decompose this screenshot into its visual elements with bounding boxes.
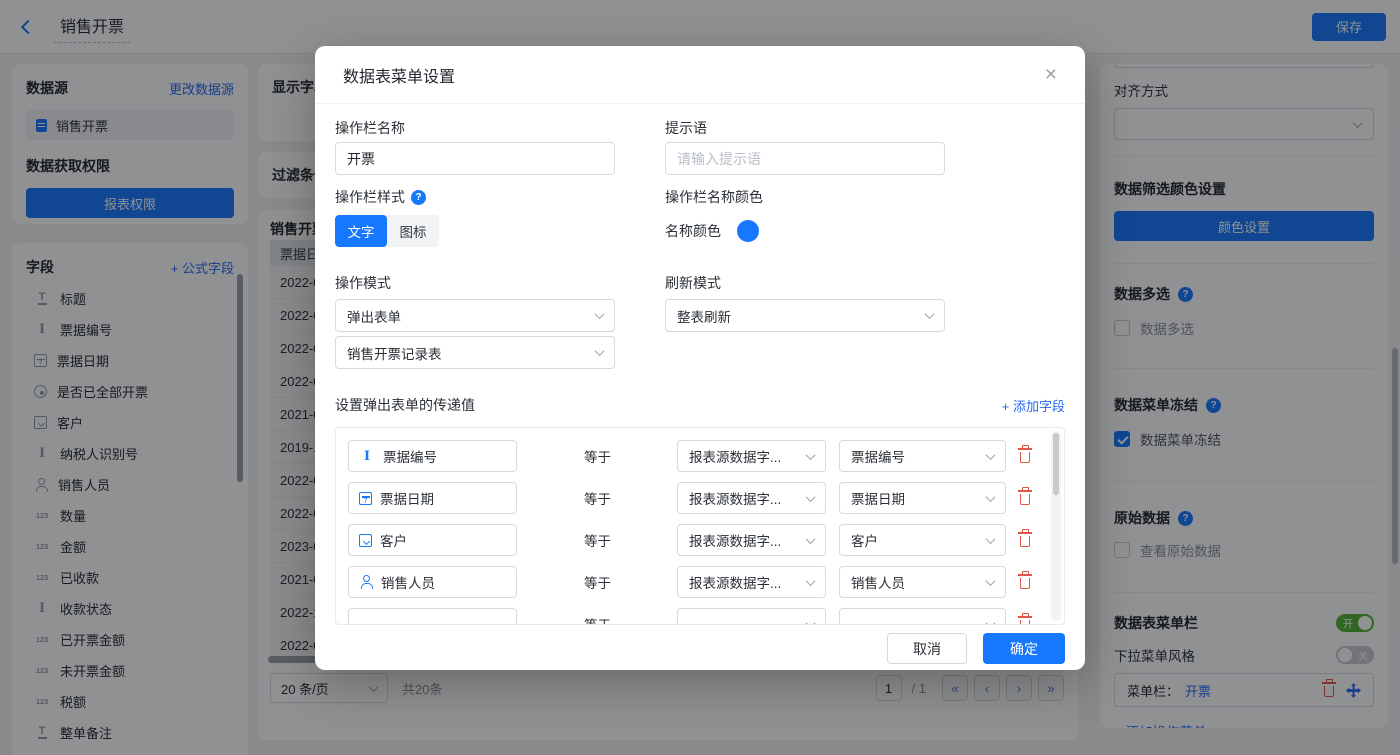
text-icon xyxy=(359,448,375,464)
person-icon xyxy=(359,575,373,589)
transfer-row: 等于 xyxy=(348,608,1030,625)
transfer-row: 票据日期 等于 报表源数据字... 票据日期 xyxy=(348,482,1030,514)
operator-label: 等于 xyxy=(584,446,612,466)
transfer-field-box[interactable]: 客户 xyxy=(348,524,517,556)
delete-row-icon[interactable] xyxy=(1020,452,1030,463)
color-swatch[interactable] xyxy=(737,220,759,242)
chevron-down-icon xyxy=(806,576,816,586)
source-field-select[interactable]: 票据日期 xyxy=(839,482,1006,514)
chevron-down-icon xyxy=(806,534,816,544)
operator-label: 等于 xyxy=(584,572,612,592)
source-field-select[interactable] xyxy=(839,608,1006,625)
dialog-title: 数据表菜单设置 xyxy=(343,63,455,87)
style-option-icon[interactable]: 图标 xyxy=(387,215,439,247)
transfer-field-label: 销售人员 xyxy=(381,572,435,592)
delete-row-icon[interactable] xyxy=(1020,536,1030,547)
refresh-mode-select[interactable]: 整表刷新 xyxy=(665,299,945,332)
action-mode-label: 操作模式 xyxy=(335,275,615,291)
delete-row-icon[interactable] xyxy=(1020,578,1030,589)
cancel-button[interactable]: 取消 xyxy=(887,633,967,664)
refresh-mode-label: 刷新模式 xyxy=(665,275,945,291)
action-mode-select[interactable]: 弹出表单 xyxy=(335,299,615,332)
action-name-input[interactable] xyxy=(335,142,615,175)
action-color-label: 操作栏名称颜色 xyxy=(665,189,945,205)
dialog-body: 操作栏名称 提示语 操作栏样式 操作栏名称颜色 文字 图标 xyxy=(315,104,1085,625)
transfer-field-label: 票据编号 xyxy=(383,446,437,466)
source-type-select[interactable] xyxy=(677,608,826,625)
source-field-select[interactable]: 票据编号 xyxy=(839,440,1006,472)
delete-row-icon[interactable] xyxy=(1020,620,1030,625)
chevron-down-icon xyxy=(986,450,996,460)
source-type-select[interactable]: 报表源数据字... xyxy=(677,440,826,472)
tip-input[interactable] xyxy=(665,142,945,175)
source-type-select[interactable]: 报表源数据字... xyxy=(677,482,826,514)
transfer-field-label: 票据日期 xyxy=(380,488,434,508)
source-field-select[interactable]: 销售人员 xyxy=(839,566,1006,598)
transfer-row: 销售人员 等于 报表源数据字... 销售人员 xyxy=(348,566,1030,598)
action-style-label: 操作栏样式 xyxy=(335,187,405,207)
help-icon[interactable] xyxy=(411,190,426,205)
list-scrollbar-thumb[interactable] xyxy=(1053,433,1059,495)
tip-label: 提示语 xyxy=(665,120,945,136)
operator-label: 等于 xyxy=(584,614,612,625)
select-icon xyxy=(359,534,372,547)
chevron-down-icon xyxy=(925,309,935,319)
chevron-down-icon xyxy=(595,309,605,319)
table-menu-settings-dialog: 数据表菜单设置 × 操作栏名称 提示语 操作栏样式 操作栏名称颜色 文字 图 xyxy=(315,46,1085,670)
confirm-button[interactable]: 确定 xyxy=(983,633,1065,664)
transfer-row: 客户 等于 报表源数据字... 客户 xyxy=(348,524,1030,556)
dialog-header: 数据表菜单设置 × xyxy=(315,46,1085,104)
transfer-field-box[interactable]: 销售人员 xyxy=(348,566,517,598)
dialog-footer: 取消 确定 xyxy=(315,633,1085,664)
source-type-select[interactable]: 报表源数据字... xyxy=(677,566,826,598)
target-form-select[interactable]: 销售开票记录表 xyxy=(335,336,615,369)
transfer-values-list: 票据编号等于报表源数据字...票据编号票据日期等于报表源数据字...票据日期客户… xyxy=(335,427,1065,625)
chevron-down-icon xyxy=(986,534,996,544)
date-icon xyxy=(359,492,372,505)
add-field-link[interactable]: + 添加字段 xyxy=(1002,396,1065,415)
app-window: 销售开票 保存 数据源 更改数据源 销售开票 数据获取权限 报表权限 字段 + … xyxy=(0,0,1400,755)
chevron-down-icon xyxy=(595,346,605,356)
transfer-field-box[interactable]: 票据日期 xyxy=(348,482,517,514)
operator-label: 等于 xyxy=(584,530,612,550)
source-type-select[interactable]: 报表源数据字... xyxy=(677,524,826,556)
close-icon[interactable]: × xyxy=(1045,64,1057,85)
transfer-row: 票据编号 等于 报表源数据字... 票据编号 xyxy=(348,440,1030,472)
source-field-select[interactable]: 客户 xyxy=(839,524,1006,556)
chevron-down-icon xyxy=(986,618,996,625)
chevron-down-icon xyxy=(986,576,996,586)
action-name-label: 操作栏名称 xyxy=(335,120,615,136)
chevron-down-icon xyxy=(986,492,996,502)
transfer-field-label: 客户 xyxy=(380,530,407,550)
operator-label: 等于 xyxy=(584,488,612,508)
chevron-down-icon xyxy=(806,618,816,625)
transfer-field-box[interactable] xyxy=(348,608,517,625)
delete-row-icon[interactable] xyxy=(1020,494,1030,505)
style-segmented-control: 文字 图标 xyxy=(335,215,439,247)
transfer-values-label: 设置弹出表单的传递值 xyxy=(335,395,475,415)
swatch-label: 名称颜色 xyxy=(665,221,721,241)
chevron-down-icon xyxy=(806,492,816,502)
list-scrollbar-track[interactable] xyxy=(1051,431,1061,621)
chevron-down-icon xyxy=(806,450,816,460)
style-option-text[interactable]: 文字 xyxy=(335,215,387,247)
transfer-field-box[interactable]: 票据编号 xyxy=(348,440,517,472)
